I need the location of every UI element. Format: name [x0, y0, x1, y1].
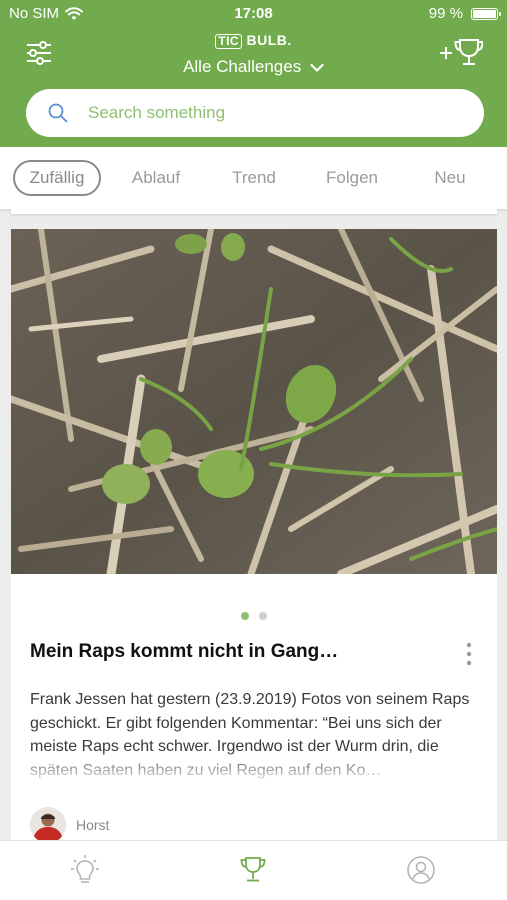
search-bar[interactable] — [26, 89, 484, 137]
sort-tabs: Zufällig Ablauf Trend Folgen Neu — [0, 147, 507, 209]
search-input[interactable] — [88, 89, 468, 137]
logo-mark: TIC — [215, 34, 243, 49]
nav-ideas[interactable] — [65, 853, 105, 887]
post-author[interactable]: Horst — [30, 807, 109, 841]
bottom-navigation — [0, 840, 507, 900]
tab-folgen[interactable]: Folgen — [316, 160, 388, 196]
text-fade — [11, 751, 497, 785]
app-header: No SIM 17:08 99 % TIC BULB. Alle Challen… — [0, 0, 507, 147]
nav-profile[interactable] — [401, 853, 441, 887]
more-options-button[interactable] — [461, 641, 477, 667]
chevron-down-icon — [310, 63, 324, 72]
more-vertical-icon — [466, 642, 472, 666]
lightbulb-icon — [71, 855, 99, 883]
author-name: Horst — [76, 817, 110, 833]
post-photo[interactable] — [11, 229, 497, 574]
challenge-card[interactable]: Mein Raps kommt nicht in Gang… Frank Jes… — [11, 229, 497, 841]
add-challenge-button[interactable] — [439, 36, 484, 68]
add-trophy-icon — [440, 39, 484, 65]
previous-card-edge — [11, 209, 497, 214]
tab-ablauf[interactable]: Ablauf — [120, 160, 192, 196]
app-logo: TIC BULB. — [0, 32, 507, 49]
pager-dot-2[interactable] — [259, 612, 267, 620]
challenge-filter-dropdown[interactable]: Alle Challenges — [0, 57, 507, 77]
challenge-filter-label: Alle Challenges — [183, 57, 302, 76]
profile-icon — [407, 856, 435, 884]
trophy-icon — [240, 857, 266, 882]
search-icon — [48, 103, 68, 123]
tab-neu[interactable]: Neu — [414, 160, 486, 196]
battery-icon — [471, 7, 501, 20]
battery-percent: 99 % — [428, 5, 463, 22]
tab-trend[interactable]: Trend — [218, 160, 290, 196]
nav-challenges[interactable] — [233, 853, 273, 887]
post-title[interactable]: Mein Raps kommt nicht in Gang… — [30, 641, 450, 663]
status-bar: No SIM 17:08 99 % — [0, 0, 507, 28]
tab-zufaellig[interactable]: Zufällig — [13, 160, 101, 196]
pager-dot-1[interactable] — [241, 612, 249, 620]
image-pager — [11, 612, 497, 620]
avatar[interactable] — [30, 807, 66, 841]
logo-text: BULB. — [246, 32, 292, 48]
